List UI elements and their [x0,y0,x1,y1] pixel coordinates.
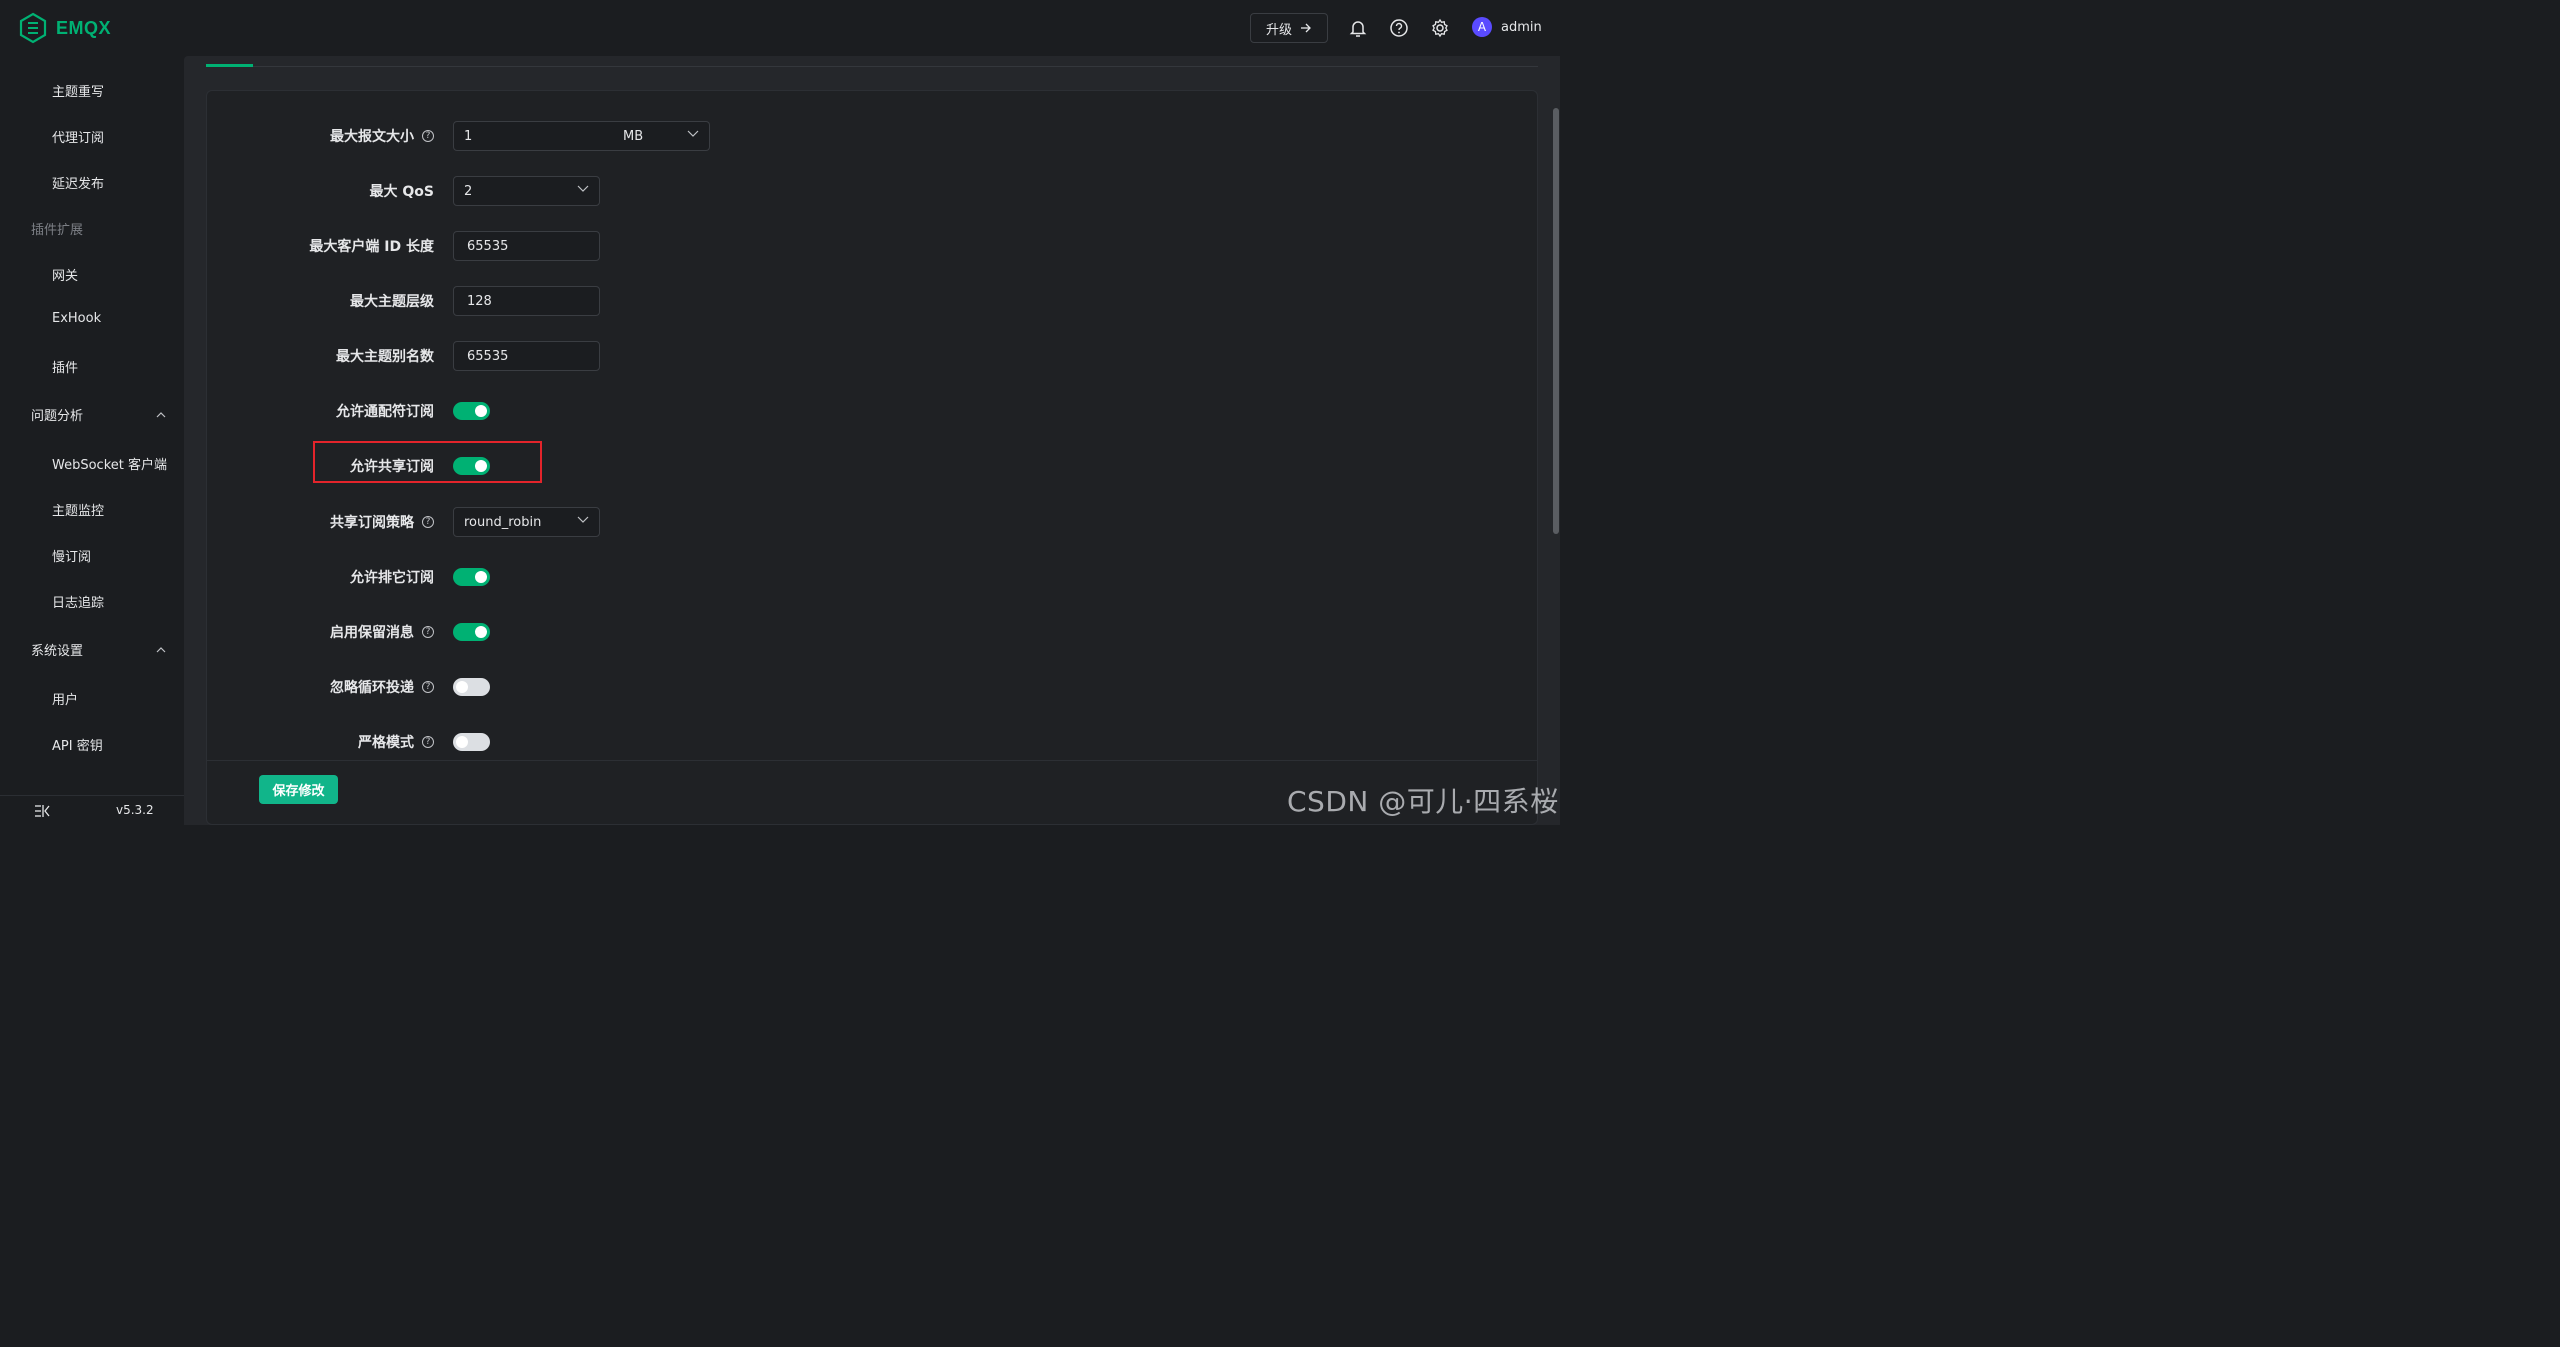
shared-subscription-label: 允许共享订阅 [350,459,434,475]
retain-available-label: 启用保留消息 ? [330,622,434,642]
help-icon[interactable]: ? [422,130,434,142]
toggle-knob [475,571,487,583]
upgrade-button[interactable]: 升级 [1250,13,1328,43]
sidebar-group-system-label: 系统设置 [31,644,84,659]
sidebar-item-topic-rewrite[interactable]: 主题重写 [52,81,104,100]
strict-mode-label: 严格模式 ? [358,732,434,752]
sidebar-item-log-trace[interactable]: 日志追踪 [52,592,104,611]
sidebar-group-system[interactable]: 系统设置 [31,640,166,659]
toggle-knob [475,405,487,417]
settings-gear-icon[interactable] [1429,17,1451,39]
sidebar-item-exhook[interactable]: ExHook [52,311,101,326]
emqx-logo[interactable]: EMQX [18,12,111,44]
max-topic-levels-label: 最大主题层级 [350,294,434,310]
username: admin [1501,19,1542,35]
avatar: A [1472,17,1492,37]
ignore-loop-deliver-toggle[interactable] [453,678,490,696]
watermark-text: CSDN @可儿·四系桜 [1287,785,1559,818]
sidebar-group-plugins: 插件扩展 [31,223,84,238]
wildcard-subscription-toggle[interactable] [453,402,490,420]
sidebar-group-diagnose[interactable]: 问题分析 [31,405,166,424]
sidebar-item-auto-subscribe[interactable]: 代理订阅 [52,127,104,146]
tab-bar-divider [206,66,1538,67]
sidebar-item-plugins[interactable]: 插件 [52,357,78,376]
max-clientid-len-input[interactable]: 65535 [453,231,600,261]
collapse-sidebar-icon[interactable] [34,804,50,818]
sidebar: 主题重写 代理订阅 延迟发布 插件扩展 网关 ExHook 插件 问题分析 We… [0,56,184,825]
exclusive-subscription-toggle[interactable] [453,568,490,586]
chevron-down-icon [687,130,699,137]
chevron-down-icon [577,185,589,192]
help-icon[interactable]: ? [422,626,434,638]
footer-divider [206,760,1538,761]
brand-name: EMQX [56,17,112,38]
user-menu[interactable]: A admin [1472,17,1542,37]
max-topic-alias-input[interactable]: 65535 [453,341,600,371]
version-label: v5.3.2 [116,803,154,817]
notification-bell-icon[interactable] [1347,17,1369,39]
chevron-down-icon [577,516,589,523]
help-icon[interactable]: ? [422,681,434,693]
sidebar-item-websocket-client[interactable]: WebSocket 客户端 [52,454,167,473]
max-packet-size-unit-select[interactable]: MB [613,121,710,151]
wildcard-subscription-label: 允许通配符订阅 [336,404,434,420]
max-clientid-len-label: 最大客户端 ID 长度 [309,239,434,255]
retain-available-toggle[interactable] [453,623,490,641]
arrow-right-icon [1301,23,1311,33]
top-header: EMQX 升级 A admin [0,0,1568,56]
help-icon[interactable]: ? [422,516,434,528]
toggle-knob [475,460,487,472]
active-tab-indicator [206,64,253,67]
sidebar-item-slow-subscriptions[interactable]: 慢订阅 [52,546,91,565]
chevron-up-icon [156,411,166,417]
sidebar-item-api-keys[interactable]: API 密钥 [52,735,103,754]
emqx-hexagon-icon [19,12,47,44]
shared-subscription-toggle[interactable] [453,457,490,475]
sidebar-footer: v5.3.2 [0,795,184,825]
sidebar-item-delayed-publish[interactable]: 延迟发布 [52,173,104,192]
shared-strategy-select[interactable]: round_robin [453,507,600,537]
ignore-loop-deliver-label: 忽略循环投递 ? [330,677,434,697]
strict-mode-toggle[interactable] [453,733,490,751]
exclusive-subscription-label: 允许排它订阅 [350,570,434,586]
max-qos-select[interactable]: 2 [453,176,600,206]
sidebar-item-gateway[interactable]: 网关 [52,265,78,284]
max-qos-label: 最大 QoS [369,184,434,200]
shared-strategy-label: 共享订阅策略 ? [330,512,434,532]
chevron-up-icon [156,646,166,652]
toggle-knob [475,626,487,638]
sidebar-item-topic-metrics[interactable]: 主题监控 [52,500,104,519]
sidebar-group-diagnose-label: 问题分析 [31,409,84,424]
max-topic-alias-label: 最大主题别名数 [336,349,434,365]
vertical-scrollbar[interactable] [1553,108,1559,534]
save-button[interactable]: 保存修改 [259,775,338,804]
upgrade-label: 升级 [1265,22,1292,38]
max-packet-size-input[interactable]: 1 [453,121,614,151]
max-packet-size-label: 最大报文大小 ? [330,126,434,146]
toggle-knob [456,681,468,693]
max-topic-levels-input[interactable]: 128 [453,286,600,316]
sidebar-item-users[interactable]: 用户 [52,689,78,708]
help-icon[interactable]: ? [422,736,434,748]
toggle-knob [456,736,468,748]
help-icon[interactable] [1388,17,1410,39]
